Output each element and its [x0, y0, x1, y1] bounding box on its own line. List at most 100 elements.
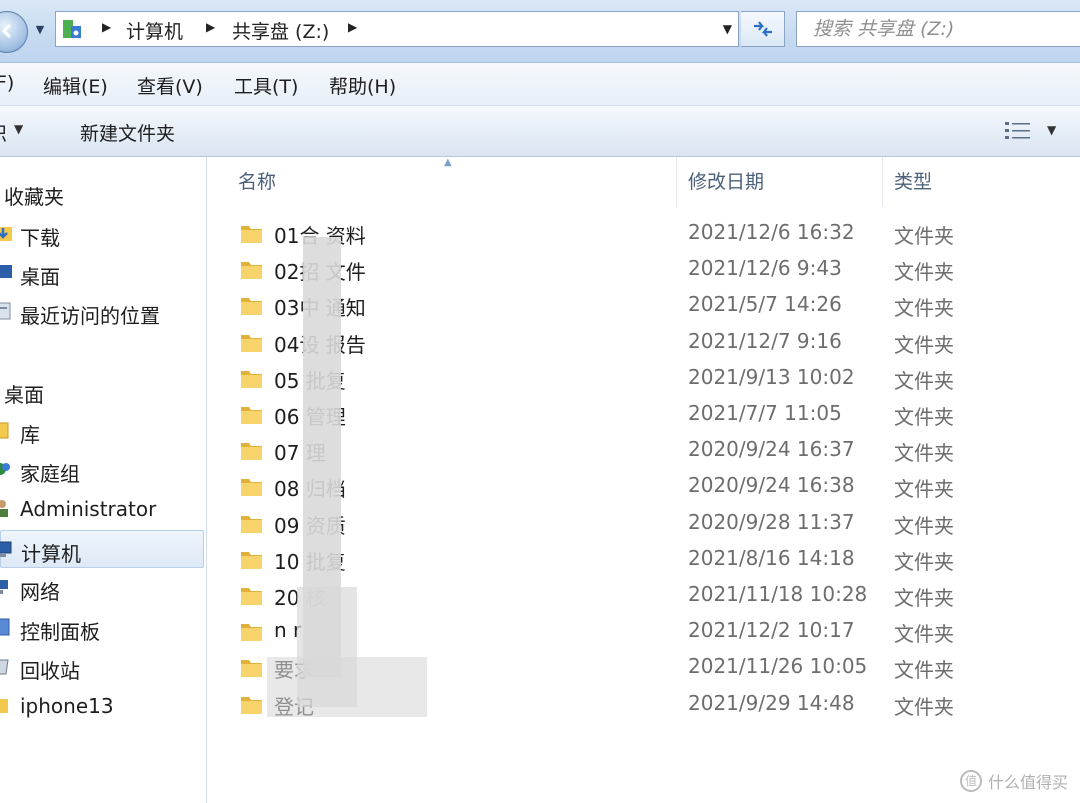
- file-type: 文件夹: [894, 224, 954, 248]
- back-button[interactable]: [0, 11, 28, 53]
- nav-item-administrator[interactable]: Administrator: [0, 490, 204, 528]
- watermark-logo-icon: 值: [959, 770, 982, 792]
- nav-label: iphone13: [20, 694, 114, 718]
- file-modified-date: 2021/8/16 14:18: [688, 545, 855, 570]
- privacy-mask: [267, 657, 427, 717]
- arrow-left-icon: [1, 23, 12, 39]
- nav-item-iphone13[interactable]: iphone13: [0, 687, 204, 725]
- file-type: 文件夹: [894, 477, 954, 502]
- nav-item-libraries[interactable]: 库: [0, 412, 204, 450]
- computer-icon: [0, 541, 12, 557]
- command-bar: 织 ▼ 新建文件夹 ▼: [0, 106, 1080, 157]
- nav-item-recent[interactable]: 最近访问的位置: [0, 293, 204, 331]
- organize-dropdown-icon[interactable]: ▼: [14, 122, 23, 136]
- file-type: 文件夹: [894, 441, 954, 466]
- file-type: 文件夹: [894, 368, 954, 393]
- nav-label: 计算机: [21, 542, 81, 566]
- folder-icon: [241, 226, 262, 243]
- nav-label: 控制面板: [20, 620, 100, 644]
- nav-item-recycle-bin[interactable]: 回收站: [0, 648, 204, 686]
- recent-places-icon: [0, 302, 11, 320]
- column-divider[interactable]: [676, 157, 677, 207]
- file-type: 文件夹: [894, 586, 954, 610]
- folder-icon: [241, 660, 262, 678]
- file-type: 文件夹: [894, 332, 954, 357]
- library-icon: [0, 422, 9, 439]
- column-divider[interactable]: [882, 157, 883, 207]
- folder-icon: [241, 298, 262, 316]
- navigation-pane: 收藏夹 下载 桌面 最近访问的位置 桌面 库 家庭组 Administrator…: [0, 157, 207, 803]
- network-drive-icon: [63, 20, 81, 38]
- file-type: 文件夹: [894, 513, 954, 538]
- refresh-icon: [754, 21, 772, 37]
- title-bar: ▼ ▶ 计算机 ▶ 共享盘 (Z:) ▶ ▼ 搜索 共享盘 (Z:): [0, 0, 1080, 63]
- menu-tools[interactable]: 工具(T): [234, 72, 298, 99]
- nav-item-desktop-fav[interactable]: 桌面: [0, 254, 204, 292]
- file-modified-date: 2020/9/28 11:37: [688, 509, 855, 534]
- folder-icon: [241, 551, 262, 569]
- recent-pages-dropdown[interactable]: ▼: [33, 22, 47, 38]
- address-dropdown[interactable]: ▼: [723, 22, 732, 36]
- sort-ascending-icon: ▲: [444, 157, 452, 168]
- file-modified-date: 2021/12/7 9:16: [688, 328, 842, 353]
- refresh-button[interactable]: [741, 11, 785, 47]
- nav-label: 桌面: [20, 265, 60, 289]
- nav-label: 网络: [20, 580, 60, 604]
- folder-icon: [241, 407, 262, 424]
- file-type: 文件夹: [894, 296, 954, 321]
- folder-icon: [0, 699, 8, 713]
- file-modified-date: 2020/9/24 16:37: [688, 437, 855, 462]
- nav-item-downloads[interactable]: 下载: [0, 215, 204, 253]
- file-modified-date: 2021/5/7 14:26: [688, 292, 842, 317]
- column-header-modified[interactable]: 修改日期: [688, 157, 764, 207]
- menu-view[interactable]: 查看(V): [137, 72, 203, 99]
- file-type: 文件夹: [894, 549, 954, 574]
- favorites-group[interactable]: 收藏夹: [4, 181, 64, 210]
- view-details-icon[interactable]: [1004, 120, 1032, 142]
- file-list: ▲ 名称 修改日期 类型 01合 资料 2021/12/6 16:32 文件夹 02招…: [207, 157, 1080, 803]
- nav-label: Administrator: [20, 497, 157, 521]
- breadcrumb-separator[interactable]: ▶: [206, 20, 215, 34]
- nav-item-computer[interactable]: 计算机: [0, 530, 204, 568]
- file-modified-date: 2021/12/6 16:32: [688, 220, 855, 244]
- file-modified-date: 2021/9/29 14:48: [688, 690, 855, 715]
- breadcrumb-separator[interactable]: ▶: [348, 20, 357, 34]
- column-header-type[interactable]: 类型: [894, 157, 932, 207]
- file-modified-date: 2021/12/6 9:43: [688, 256, 842, 281]
- address-bar[interactable]: ▶ 计算机 ▶ 共享盘 (Z:) ▶ ▼: [55, 11, 739, 47]
- folder-icon: [241, 479, 262, 497]
- desktop-icon: [0, 265, 12, 278]
- file-type: 文件夹: [894, 260, 954, 285]
- file-type: 文件夹: [894, 658, 954, 683]
- file-modified-date: 2021/11/26 10:05: [688, 654, 868, 679]
- nav-label: 回收站: [20, 659, 80, 683]
- file-modified-date: 2021/12/2 10:17: [688, 618, 855, 643]
- download-folder-icon: [0, 227, 12, 241]
- file-type: 文件夹: [894, 405, 954, 429]
- nav-item-control-panel[interactable]: 控制面板: [0, 609, 204, 647]
- new-folder-button[interactable]: 新建文件夹: [80, 119, 175, 146]
- homegroup-icon: [0, 463, 10, 475]
- nav-item-network[interactable]: 网络: [0, 569, 204, 607]
- column-header-name[interactable]: 名称: [238, 157, 276, 207]
- file-type: 文件夹: [894, 622, 954, 647]
- view-dropdown-icon[interactable]: ▼: [1047, 123, 1056, 137]
- nav-label: 库: [20, 423, 40, 447]
- nav-label: 最近访问的位置: [20, 304, 160, 328]
- menu-file[interactable]: F): [0, 72, 14, 94]
- recycle-bin-icon: [0, 659, 9, 675]
- search-input[interactable]: 搜索 共享盘 (Z:): [796, 11, 1080, 47]
- breadcrumb-separator[interactable]: ▶: [102, 20, 111, 34]
- breadcrumb-share-drive[interactable]: 共享盘 (Z:): [232, 17, 329, 44]
- menu-edit[interactable]: 编辑(E): [43, 72, 108, 99]
- breadcrumb-computer[interactable]: 计算机: [126, 17, 183, 44]
- control-panel-icon: [0, 618, 10, 636]
- menu-help[interactable]: 帮助(H): [329, 72, 396, 99]
- desktop-group[interactable]: 桌面: [4, 379, 44, 408]
- organize-button[interactable]: 织: [0, 119, 7, 146]
- nav-item-homegroup[interactable]: 家庭组: [0, 451, 204, 489]
- folder-icon: [241, 443, 262, 461]
- folder-icon: [241, 624, 262, 642]
- user-icon: [0, 500, 8, 517]
- file-modified-date: 2021/9/13 10:02: [688, 364, 855, 389]
